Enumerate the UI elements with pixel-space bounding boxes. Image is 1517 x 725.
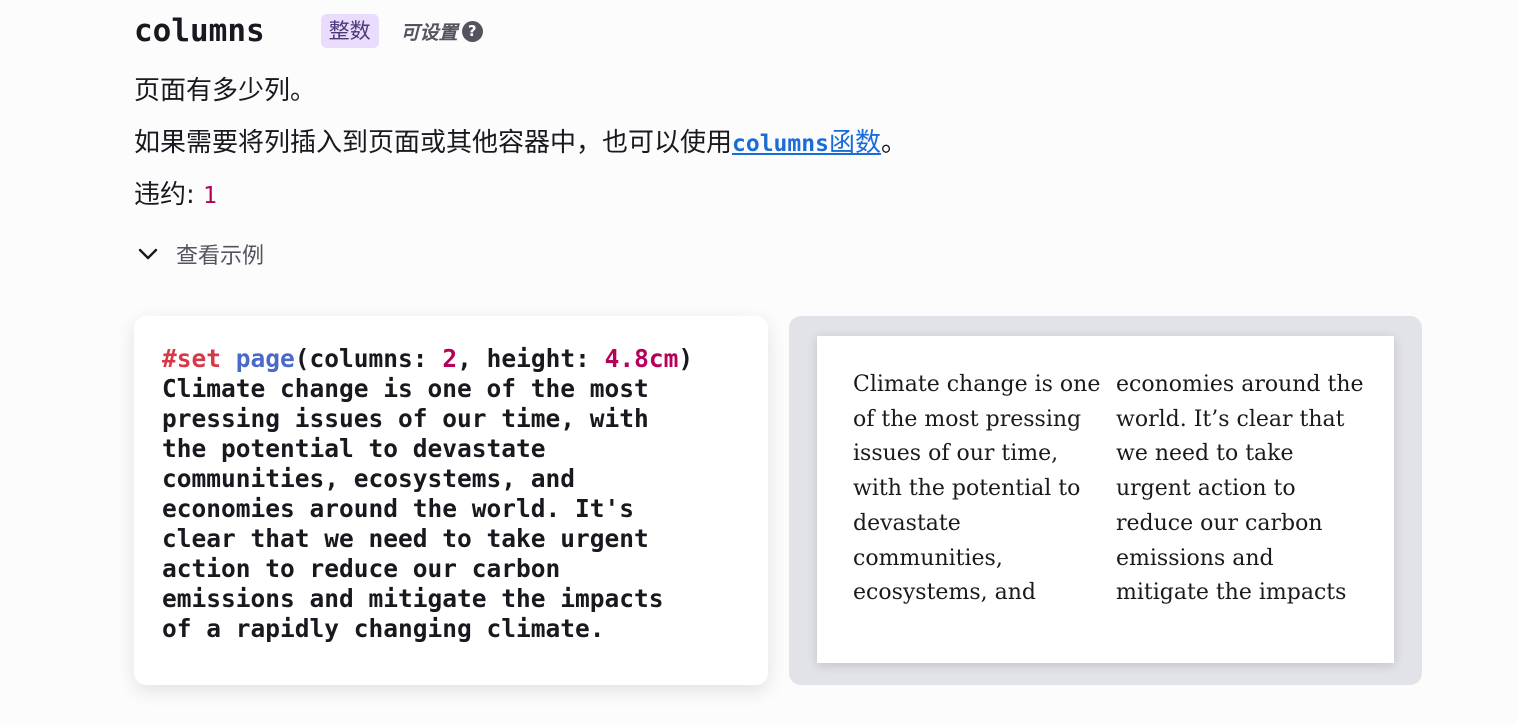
- preview-column-left: Climate change is one of the most pressi…: [853, 368, 1103, 611]
- preview-line: devastate: [853, 510, 961, 536]
- preview-line: with the potential to: [853, 476, 1081, 502]
- code-line: emissions and mitigate the impacts: [162, 584, 664, 613]
- columns-function-link[interactable]: columns函数: [732, 128, 881, 158]
- description-text: 如果需要将列插入到页面或其他容器中，也可以使用: [134, 128, 733, 158]
- preview-line: urgent action to: [1116, 476, 1296, 502]
- param-name: columns: [134, 13, 265, 49]
- view-examples-toggle[interactable]: 查看示例: [136, 238, 264, 270]
- code-line: communities, ecosystems, and: [162, 464, 576, 493]
- docs-page: columns 整数 可设置 ? 页面有多少列。 如果需要将列插入到页面或其他容…: [0, 0, 1517, 725]
- description-line-2: 如果需要将列插入到页面或其他容器中，也可以使用columns函数。: [134, 122, 907, 159]
- preview-line: world. It’s clear that: [1116, 406, 1345, 432]
- help-icon[interactable]: ?: [461, 20, 483, 42]
- code-line: of a rapidly changing climate.: [162, 614, 605, 643]
- code-example: #set page(columns: 2, height: 4.8cm) Cli…: [134, 316, 768, 685]
- code-line: Climate change is one of the most: [162, 374, 649, 403]
- settable-label: 可设置 ?: [401, 18, 483, 45]
- code-args-open: (columns:: [294, 344, 443, 373]
- preview-line: we need to take: [1116, 441, 1294, 467]
- preview-line: reduce our carbon: [1116, 510, 1323, 536]
- preview-column-right: economies around the world. It’s clear t…: [1116, 368, 1366, 611]
- code-length: 4.8cm: [604, 344, 679, 373]
- code-line: action to reduce our carbon: [162, 554, 561, 583]
- description-suffix: 。: [880, 128, 907, 158]
- code-block: #set page(columns: 2, height: 4.8cm) Cli…: [162, 344, 740, 644]
- preview-line: economies around the: [1116, 372, 1364, 397]
- preview-line: emissions and: [1116, 545, 1274, 571]
- settable-text: 可设置: [400, 21, 458, 44]
- code-args-mid: , height:: [457, 344, 605, 373]
- preview-page: Climate change is one of the most pressi…: [817, 336, 1394, 663]
- type-badge[interactable]: 整数: [320, 14, 379, 48]
- param-header: columns 整数 可设置 ?: [134, 10, 483, 52]
- code-line: economies around the world. It's: [162, 494, 635, 523]
- code-function: page: [235, 344, 295, 373]
- preview-line: mitigate the impacts: [1116, 580, 1347, 606]
- chevron-down-icon: [138, 248, 158, 260]
- default-line: 违约: 1: [134, 174, 217, 211]
- preview-line: ecosystems, and: [853, 580, 1036, 606]
- code-keyword: #set: [162, 344, 222, 373]
- preview-line: communities,: [853, 545, 1003, 571]
- preview-line: of the most pressing: [853, 406, 1082, 432]
- preview-line: issues of our time,: [853, 441, 1059, 467]
- code-line: clear that we need to take urgent: [162, 524, 649, 553]
- description-line-1: 页面有多少列。: [134, 76, 317, 106]
- code-line: pressing issues of our time, with: [162, 404, 649, 433]
- code-args-close: ): [678, 344, 694, 373]
- default-label: 违约:: [134, 180, 195, 210]
- view-examples-label: 查看示例: [176, 244, 265, 269]
- link-text: 函数: [828, 128, 881, 158]
- link-code-text: columns: [732, 131, 829, 157]
- code-number: 2: [442, 344, 458, 373]
- preview-panel: Climate change is one of the most pressi…: [789, 316, 1422, 685]
- code-line: the potential to devastate: [162, 434, 546, 463]
- preview-line: Climate change is one: [853, 372, 1101, 397]
- default-value: 1: [203, 183, 217, 209]
